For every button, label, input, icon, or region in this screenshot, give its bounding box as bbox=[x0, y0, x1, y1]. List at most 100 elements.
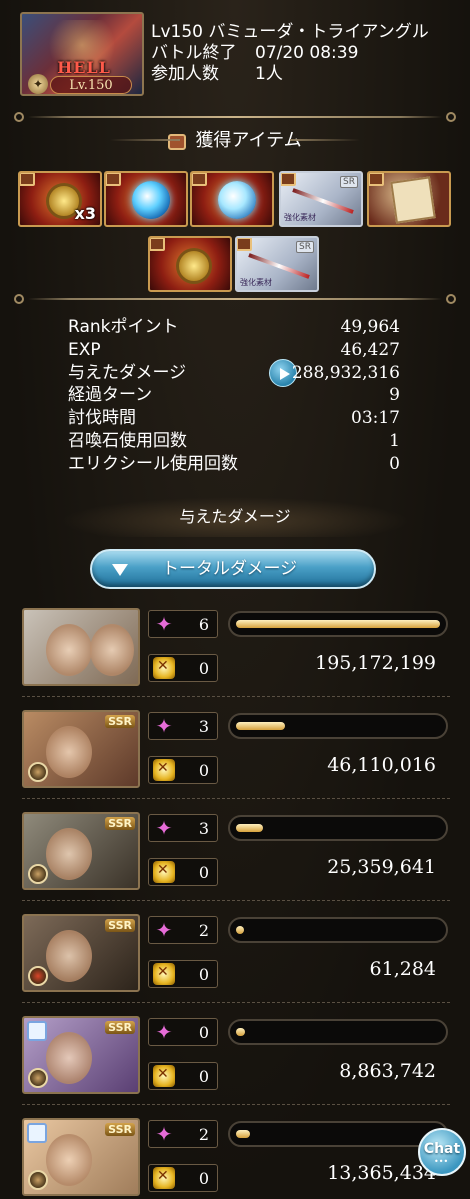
member-portrait[interactable] bbox=[22, 608, 140, 686]
member-portrait[interactable]: SSR bbox=[22, 1118, 140, 1196]
ssr-badge: SSR bbox=[105, 1021, 135, 1034]
burst-icon bbox=[153, 963, 175, 985]
ssr-badge: SSR bbox=[105, 715, 135, 728]
stat-rank-points: Rankポイント 49,964 bbox=[68, 317, 400, 337]
element-icon bbox=[28, 1170, 48, 1190]
damage-bar-fill bbox=[236, 722, 285, 730]
member-row: SSR✦008,863,742 bbox=[22, 1016, 450, 1105]
item-slot[interactable]: SR 強化素材 bbox=[235, 236, 319, 292]
character-face bbox=[46, 1032, 92, 1084]
item-slot[interactable] bbox=[104, 171, 188, 227]
row-divider bbox=[22, 1002, 450, 1003]
star-icon: ✦ bbox=[155, 714, 173, 738]
boss-thumbnail: HELL ✦ Lv.150 bbox=[20, 12, 144, 96]
total-damage-toggle[interactable]: トータルダメージ bbox=[90, 549, 376, 589]
member-damage: 195,172,199 bbox=[315, 652, 436, 674]
stat-elixir-count: エリクシール使用回数 0 bbox=[68, 453, 400, 474]
damage-bar bbox=[228, 917, 448, 943]
sword-icon bbox=[248, 253, 310, 279]
star-count-badge: ✦ 0 bbox=[148, 1018, 218, 1046]
divider bbox=[14, 294, 456, 304]
blue-orb-icon bbox=[132, 181, 170, 219]
damage-bar bbox=[228, 611, 448, 637]
damage-bar bbox=[228, 713, 448, 739]
chest-icon bbox=[281, 173, 296, 186]
divider bbox=[14, 112, 456, 122]
member-portrait[interactable]: SSR bbox=[22, 710, 140, 788]
star-count: 2 bbox=[198, 1125, 209, 1144]
difficulty-label: HELL bbox=[57, 58, 111, 77]
item-slot[interactable] bbox=[148, 236, 232, 292]
ssr-badge: SSR bbox=[105, 1123, 135, 1136]
participants-value: 1人 bbox=[255, 64, 283, 84]
chest-icon bbox=[106, 173, 121, 186]
star-count: 3 bbox=[198, 717, 209, 736]
damage-bar-fill bbox=[236, 1130, 250, 1138]
gold-medal-icon bbox=[176, 248, 212, 284]
character-face bbox=[46, 624, 92, 676]
row-divider bbox=[22, 900, 450, 901]
burst-count: 0 bbox=[198, 1067, 209, 1086]
stat-turns: 経過ターン 9 bbox=[68, 385, 400, 406]
item-slot[interactable] bbox=[367, 171, 451, 227]
damage-bar-fill bbox=[236, 824, 263, 832]
damage-bar-fill bbox=[236, 1028, 245, 1036]
chest-icon bbox=[20, 173, 35, 186]
star-count: 3 bbox=[198, 819, 209, 838]
damage-bar bbox=[228, 815, 448, 841]
burst-icon bbox=[153, 759, 175, 781]
member-row: ✦6 0 195,172,199 bbox=[22, 608, 450, 697]
item-slot[interactable] bbox=[190, 171, 274, 227]
member-portrait[interactable]: SSR bbox=[22, 1016, 140, 1094]
burst-icon bbox=[153, 657, 175, 679]
battle-stats: Rankポイント 49,964 EXP 46,427 与えたダメージ 288,932,… bbox=[68, 316, 400, 476]
ring-icon bbox=[27, 1021, 47, 1041]
star-count-badge: ✦ 2 bbox=[148, 916, 218, 944]
damage-bar-fill bbox=[236, 926, 244, 934]
triangle-down-icon bbox=[112, 564, 128, 576]
burst-count: 0 bbox=[198, 965, 209, 984]
stat-summon-count: 召喚石使用回数 1 bbox=[68, 430, 400, 451]
ssr-badge: SSR bbox=[105, 817, 135, 830]
chat-button[interactable]: Chat bbox=[418, 1128, 466, 1176]
character-face bbox=[46, 1134, 92, 1186]
star-count-badge: ✦ 6 bbox=[148, 610, 218, 638]
character-face bbox=[46, 828, 92, 880]
chest-icon bbox=[237, 238, 252, 251]
item-slot[interactable]: x3 bbox=[18, 171, 102, 227]
row-divider bbox=[22, 798, 450, 799]
burst-count: 0 bbox=[198, 659, 209, 678]
element-icon bbox=[28, 864, 48, 884]
chest-icon bbox=[192, 173, 207, 186]
burst-count: 0 bbox=[198, 1169, 209, 1188]
member-damage: 61,284 bbox=[369, 958, 436, 980]
element-icon bbox=[28, 762, 48, 782]
member-portrait[interactable]: SSR bbox=[22, 914, 140, 992]
member-portrait[interactable]: SSR bbox=[22, 812, 140, 890]
star-icon: ✦ bbox=[155, 816, 173, 840]
member-damage: 25,359,641 bbox=[327, 856, 436, 878]
burst-count-badge: 0 bbox=[148, 1164, 218, 1192]
ssr-badge: SSR bbox=[105, 919, 135, 932]
row-divider bbox=[22, 1104, 450, 1105]
burst-count-badge: 0 bbox=[148, 1062, 218, 1090]
items-section-title: 獲得アイテム bbox=[110, 126, 360, 156]
chest-icon bbox=[369, 173, 384, 186]
character-face bbox=[46, 930, 92, 982]
star-count: 2 bbox=[198, 921, 209, 940]
battle-header: HELL ✦ Lv.150 Lv150 バミューダ・トライアングル バトル終了 0… bbox=[20, 12, 460, 98]
scroll-icon bbox=[390, 176, 436, 224]
element-icon bbox=[28, 1068, 48, 1088]
item-slot[interactable]: SR 強化素材 bbox=[279, 171, 363, 227]
row-divider bbox=[22, 696, 450, 697]
star-icon: ✦ bbox=[155, 612, 173, 636]
damage-bar bbox=[228, 1019, 448, 1045]
ring-icon bbox=[27, 1123, 47, 1143]
stat-damage: 与えたダメージ 288,932,316 bbox=[68, 358, 400, 387]
stat-exp: EXP 46,427 bbox=[68, 339, 400, 360]
burst-count: 0 bbox=[198, 863, 209, 882]
end-time: 07/20 08:39 bbox=[255, 43, 359, 63]
damage-bar-fill bbox=[236, 620, 440, 628]
crystal-orb-icon bbox=[218, 181, 256, 219]
star-count-badge: ✦ 2 bbox=[148, 1120, 218, 1148]
